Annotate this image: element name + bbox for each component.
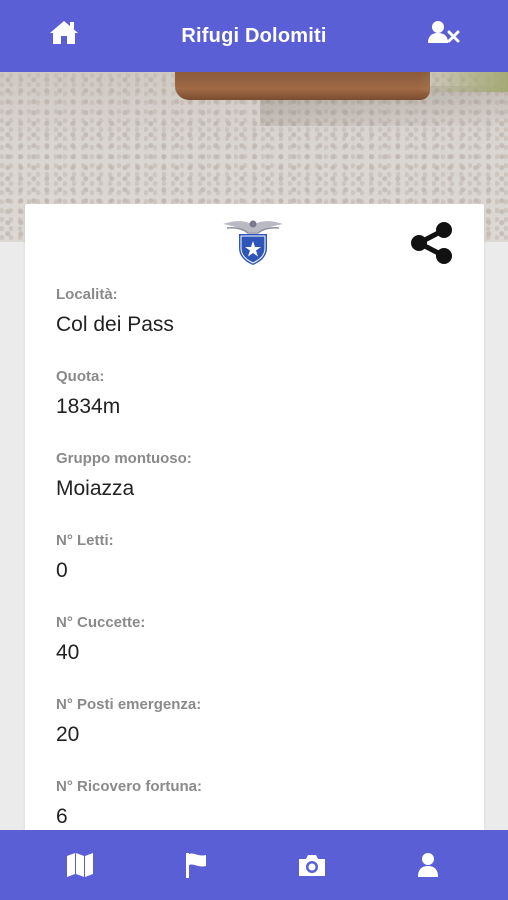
field-posti-emergenza: N° Posti emergenza: 20 bbox=[56, 696, 202, 778]
nav-map-button[interactable] bbox=[60, 845, 100, 885]
field-quota: Quota: 1834m bbox=[56, 368, 202, 450]
nav-profile-button[interactable] bbox=[408, 845, 448, 885]
home-icon bbox=[50, 21, 78, 44]
field-value: Col dei Pass bbox=[56, 313, 174, 336]
flag-icon bbox=[186, 853, 206, 878]
photo-log bbox=[175, 72, 430, 100]
field-value: 40 bbox=[56, 641, 80, 664]
share-icon[interactable] bbox=[409, 220, 455, 266]
photo-grass bbox=[418, 72, 508, 92]
bottom-nav bbox=[0, 830, 508, 900]
field-label: N° Posti emergenza: bbox=[56, 696, 202, 713]
field-value: 1834m bbox=[56, 395, 121, 418]
home-button[interactable] bbox=[44, 14, 84, 50]
field-value: 20 bbox=[56, 723, 80, 746]
field-value: Moiazza bbox=[56, 477, 135, 500]
cai-eagle-logo bbox=[223, 220, 283, 265]
field-value: 0 bbox=[56, 559, 68, 582]
field-value: 6 bbox=[56, 805, 68, 828]
field-cuccette: N° Cuccette: 40 bbox=[56, 614, 202, 696]
field-letti: N° Letti: 0 bbox=[56, 532, 202, 614]
details-list: Località: Col dei Pass Quota: 1834m Grup… bbox=[56, 286, 202, 844]
field-label: N° Cuccette: bbox=[56, 614, 146, 631]
field-label: Gruppo montuoso: bbox=[56, 450, 192, 467]
field-label: Quota: bbox=[56, 368, 105, 385]
field-label: Località: bbox=[56, 286, 118, 303]
nav-camera-button[interactable] bbox=[292, 845, 332, 885]
logout-button[interactable] bbox=[424, 14, 464, 50]
field-localita: Località: Col dei Pass bbox=[56, 286, 202, 368]
map-icon bbox=[67, 853, 93, 877]
user-icon bbox=[418, 853, 438, 877]
nav-flag-button[interactable] bbox=[176, 845, 216, 885]
camera-icon bbox=[299, 855, 325, 876]
app-title: Rifugi Dolomiti bbox=[181, 24, 327, 47]
hut-details-card: Località: Col dei Pass Quota: 1834m Grup… bbox=[25, 204, 484, 844]
field-label: N° Letti: bbox=[56, 532, 114, 549]
field-gruppo-montuoso: Gruppo montuoso: Moiazza bbox=[56, 450, 202, 532]
field-label: N° Ricovero fortuna: bbox=[56, 778, 203, 795]
user-remove-icon bbox=[428, 21, 460, 43]
app-header: Rifugi Dolomiti bbox=[0, 0, 508, 72]
